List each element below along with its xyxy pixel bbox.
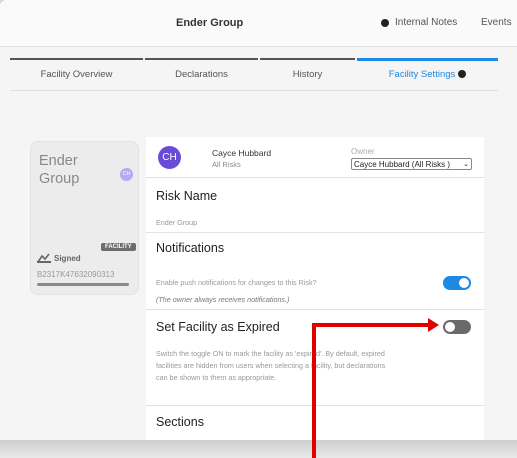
signed-status: Signed (37, 253, 81, 263)
toggle-knob (445, 322, 455, 332)
expired-description: Switch the toggle ON to mark the facilit… (156, 349, 386, 382)
tabs-area: Facility Overview Declarations History F… (0, 47, 517, 127)
tab-facility-settings[interactable]: Facility Settings (357, 58, 498, 91)
notifications-text: Enable push notifications for changes to… (156, 278, 317, 287)
chevron-down-icon: ⌄ (463, 161, 469, 168)
owner-select[interactable]: Cayce Hubbard (All Risks ) ⌄ (351, 158, 472, 170)
divider (146, 177, 484, 178)
expired-toggle[interactable] (443, 320, 471, 334)
notifications-toggle[interactable] (443, 276, 471, 290)
divider (146, 309, 484, 310)
tab-label: Declarations (175, 69, 228, 80)
internal-notes-link[interactable]: Internal Notes (395, 17, 457, 28)
owner-subtitle: All Risks (212, 160, 241, 169)
owner-avatar: CH (158, 146, 181, 169)
risk-name-title: Risk Name (156, 189, 218, 203)
owner-select-value: Cayce Hubbard (All Risks ) (354, 160, 451, 169)
divider (146, 232, 484, 233)
bottom-edge (0, 440, 517, 458)
owner-name: Cayce Hubbard (212, 148, 272, 158)
tab-label: History (292, 69, 323, 80)
tab-label: Facility Overview (40, 69, 113, 80)
tab-history[interactable]: History (260, 58, 355, 90)
risk-name-value[interactable]: Ender Group (156, 217, 197, 229)
top-bar: Ender Group Internal Notes Events (0, 0, 517, 47)
signed-label: Signed (54, 254, 81, 263)
annotation-arrow-line (312, 323, 428, 327)
tabs-divider (10, 90, 498, 91)
page-title: Ender Group (176, 17, 244, 29)
main-content: Ender Group CH FACILITY Signed B2317K476… (0, 127, 517, 440)
events-link[interactable]: Events (481, 17, 512, 28)
facility-badge: FACILITY (101, 243, 136, 251)
sections-title: Sections (156, 415, 204, 429)
notifications-title: Notifications (156, 241, 225, 255)
expired-title: Set Facility as Expired (156, 320, 280, 334)
tab-declarations[interactable]: Declarations (145, 58, 258, 90)
facility-card-name: Ender Group (39, 153, 80, 187)
facility-card[interactable]: Ender Group CH FACILITY Signed B2317K476… (30, 141, 139, 295)
annotation-arrowhead-icon (428, 318, 439, 332)
owner-label: Owner (351, 147, 375, 156)
tab-bar: Facility Overview Declarations History F… (10, 58, 498, 88)
help-icon (458, 70, 467, 78)
avatar: CH (120, 168, 133, 181)
signature-icon (37, 253, 51, 263)
annotation-arrow-line (312, 323, 316, 458)
app-window: Ender Group Internal Notes Events Facili… (0, 0, 517, 440)
card-progress-bar (37, 283, 129, 286)
notifications-note: (The owner always receives notifications… (156, 295, 290, 304)
tab-facility-overview[interactable]: Facility Overview (10, 58, 143, 90)
info-icon (381, 19, 389, 27)
facility-code: B2317K47632090313 (37, 270, 115, 279)
tab-label: Facility Settings (388, 69, 456, 80)
toggle-knob (459, 278, 469, 288)
